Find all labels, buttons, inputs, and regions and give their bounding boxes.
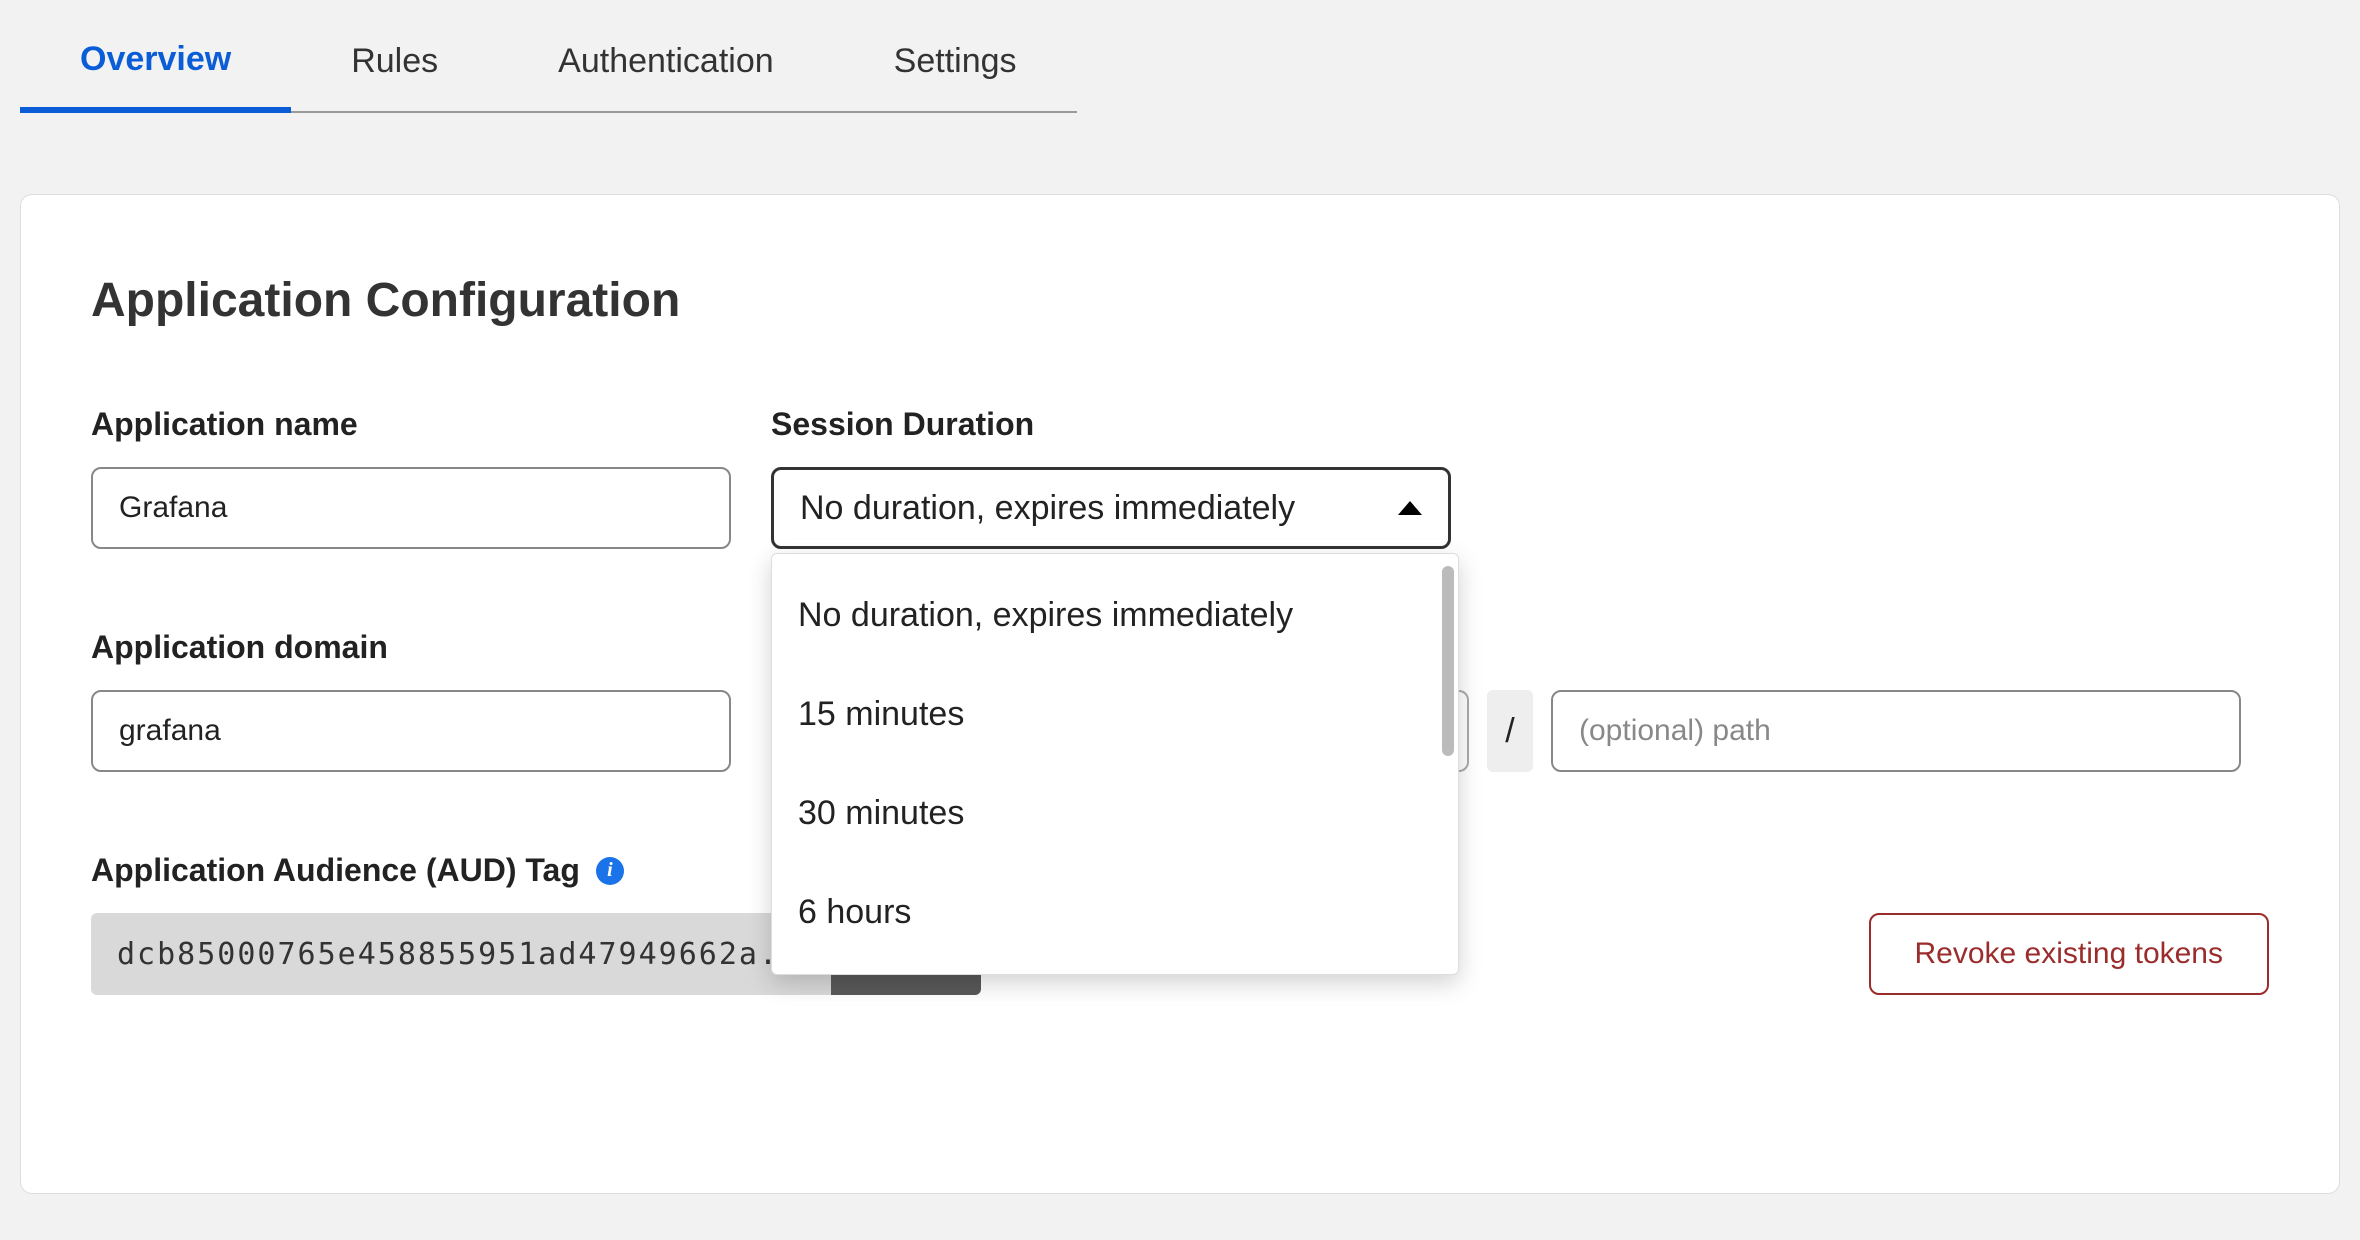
session-option-30m[interactable]: 30 minutes: [772, 764, 1458, 863]
app-domain-subdomain-input[interactable]: [91, 690, 731, 772]
tab-overview[interactable]: Overview: [20, 0, 291, 113]
card-title: Application Configuration: [91, 273, 2269, 328]
session-duration-dropdown: No duration, expires immediately 15 minu…: [771, 553, 1459, 975]
tab-settings[interactable]: Settings: [834, 0, 1077, 113]
tab-rules[interactable]: Rules: [291, 0, 498, 113]
session-duration-label: Session Duration: [771, 406, 1451, 443]
info-icon[interactable]: i: [596, 857, 624, 885]
tab-authentication[interactable]: Authentication: [498, 0, 834, 113]
path-separator: /: [1487, 690, 1533, 772]
config-card: Application Configuration Application na…: [20, 194, 2340, 1194]
aud-label: Application Audience (AUD) Tag: [91, 852, 580, 889]
aud-tag-value: dcb85000765e458855951ad47949662a...: [91, 913, 831, 995]
caret-up-icon: [1398, 501, 1422, 515]
app-name-label: Application name: [91, 406, 731, 443]
session-duration-select[interactable]: No duration, expires immediately: [771, 467, 1451, 549]
tabs-bar: Overview Rules Authentication Settings: [0, 0, 2360, 114]
session-duration-value: No duration, expires immediately: [800, 489, 1295, 528]
session-option-15m[interactable]: 15 minutes: [772, 665, 1458, 764]
app-name-input[interactable]: [91, 467, 731, 549]
app-domain-path-input[interactable]: [1551, 690, 2241, 772]
revoke-tokens-button[interactable]: Revoke existing tokens: [1869, 913, 2270, 995]
session-option-no-duration[interactable]: No duration, expires immediately: [772, 566, 1458, 665]
dropdown-scrollbar[interactable]: [1442, 566, 1454, 756]
session-option-6h[interactable]: 6 hours: [772, 863, 1458, 962]
